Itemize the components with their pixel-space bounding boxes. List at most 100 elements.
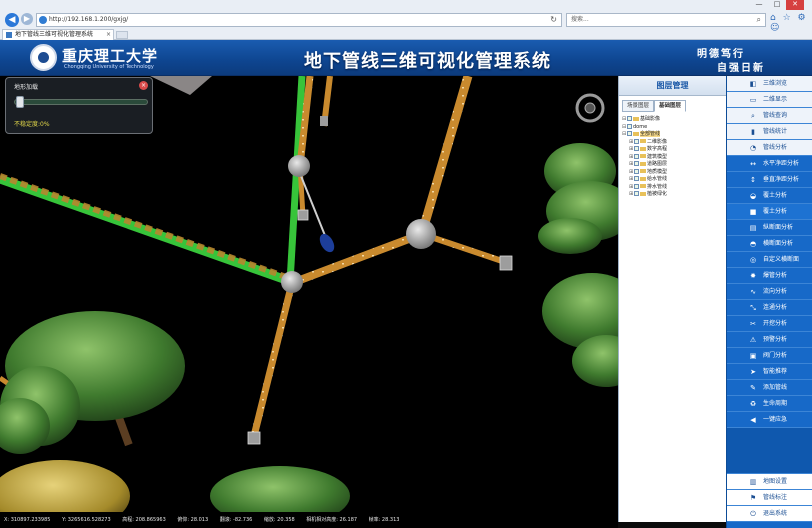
menu-item[interactable]: ▮ 管线统计	[727, 124, 812, 140]
layer-checkbox[interactable]	[627, 123, 632, 129]
address-bar[interactable]: http://192.168.1.200/gxjg/ ↻	[36, 13, 562, 27]
tab-close-icon[interactable]: ×	[106, 30, 111, 40]
progress-slider-handle[interactable]	[16, 96, 24, 108]
panel-close-button[interactable]: ×	[139, 81, 148, 90]
pipe-3[interactable]	[417, 76, 473, 235]
status-elevation: 高程: 208.865963	[122, 517, 166, 523]
menu-item[interactable]: ♻ 生命周期	[727, 396, 812, 412]
forward-icon[interactable]: ▶	[21, 13, 33, 25]
menu-item[interactable]: ✸ 爆管分析	[727, 268, 812, 284]
search-box[interactable]: 搜索... ⌕	[566, 13, 766, 27]
layer-checkbox[interactable]	[634, 161, 639, 166]
back-icon[interactable]: ◀	[5, 13, 19, 27]
layer-item[interactable]: ⊞ 建筑模型	[622, 153, 667, 162]
menu-item[interactable]: ⏻ 退出系统	[727, 506, 812, 522]
menu-item[interactable]: ✂ 开挖分析	[727, 316, 812, 332]
menu-item[interactable]: ➤ 智能推荐	[727, 364, 812, 380]
layer-item[interactable]: ⊞ 二维影像	[622, 138, 668, 147]
menu-item[interactable]: ◀ 一键应急	[727, 412, 812, 428]
menu-item[interactable]: ▭ 二维显示	[727, 92, 812, 108]
menu-item[interactable]: ▤ 纵断面分析	[727, 220, 812, 236]
pipe-node[interactable]	[406, 219, 436, 249]
layer-checkbox[interactable]	[634, 168, 639, 174]
menu-item[interactable]: ✎ 添加管线	[727, 380, 812, 396]
status-tilt: 翻滚: -82.736	[219, 517, 253, 523]
menu-item[interactable]: ↕ 垂直净距分析	[727, 172, 812, 188]
terrain-load-panel: 地形加载 × 不稳定度:0%	[5, 77, 153, 134]
menu-item[interactable]: ▥ 地图设置	[727, 474, 812, 490]
tree-right-mid	[542, 273, 618, 387]
maximize-button[interactable]: □	[768, 0, 786, 10]
search-icon[interactable]: ⌕	[757, 14, 761, 26]
layer-item[interactable]: ⊞ 地质模型	[622, 168, 667, 177]
layer-item[interactable]: ⊞ 给水管线	[622, 176, 667, 184]
menu-item-icon: ◎	[749, 256, 757, 264]
menu-item[interactable]: ◓ 横断面分析	[727, 236, 812, 252]
browser-tools-icons[interactable]: ⌂ ☆ ⚙ ☺	[770, 13, 812, 33]
layer-checkbox[interactable]	[634, 183, 639, 189]
menu-item[interactable]: ◔ 管线分析	[727, 140, 812, 156]
menu-item[interactable]: ⌕ 管线查询	[727, 108, 812, 124]
pipe-4[interactable]	[290, 230, 424, 287]
layer-label: 全部管线	[640, 131, 661, 137]
menu-item-icon: ✸	[750, 272, 756, 280]
layer-item[interactable]: ⊟ 基础影像	[622, 116, 667, 124]
folder-icon	[640, 146, 646, 151]
new-tab-button[interactable]	[116, 31, 128, 39]
menu-item-label: 流向分析	[763, 288, 788, 295]
layer-checkbox[interactable]	[634, 146, 639, 151]
layer-item[interactable]: ⊞ 植被绿化	[622, 191, 667, 199]
close-window-button[interactable]: ✕	[786, 0, 804, 10]
menu-item-icon: ↔	[750, 160, 756, 168]
layer-label: 道路图层	[647, 161, 668, 167]
layer-tab[interactable]: 场景图层	[622, 100, 655, 112]
layer-checkbox[interactable]	[634, 176, 639, 181]
layer-checkbox[interactable]	[627, 131, 632, 136]
pipe-node[interactable]	[281, 271, 303, 293]
layer-checkbox[interactable]	[634, 138, 639, 144]
layer-checkbox[interactable]	[627, 116, 632, 121]
menu-item[interactable]: ⚠ 预警分析	[727, 332, 812, 348]
menu-item[interactable]: ■ 覆土分析	[727, 204, 812, 220]
menu-item[interactable]: ⤡ 连通分析	[727, 300, 812, 316]
menu-item[interactable]: ◧ 三维浏览	[727, 76, 812, 92]
minimize-button[interactable]: —	[750, 0, 768, 10]
layer-item[interactable]: ⊟ 全部管线	[622, 131, 667, 139]
menu-item[interactable]: ◒ 覆土分析	[727, 188, 812, 204]
pipe-6[interactable]	[250, 282, 296, 437]
layer-label: 排水管线	[647, 183, 668, 190]
layer-label: 二维影像	[647, 138, 668, 145]
menu-item[interactable]: ◎ 自定义横断面	[727, 252, 812, 268]
layer-item[interactable]: ⊞ 数字高程	[622, 146, 667, 154]
layer-checkbox[interactable]	[634, 153, 639, 159]
valve-marker[interactable]	[317, 231, 337, 254]
menu-item-label: 水平净距分析	[763, 160, 800, 167]
address-url: http://192.168.1.200/gxjg/	[49, 16, 129, 23]
folder-icon	[633, 116, 639, 121]
layer-item[interactable]: ⊞ 道路图层	[622, 161, 667, 169]
menu-item-label: 三维浏览	[763, 80, 788, 87]
menu-item[interactable]: ⚑ 管线标注	[727, 490, 812, 506]
3d-scene-viewport[interactable]	[0, 76, 618, 512]
pipe-node[interactable]	[288, 155, 310, 177]
app-header: 重庆理工大学 Chongqing University of Technolog…	[0, 40, 812, 76]
browser-tab[interactable]: 地下管线三维可视化管理系统 ×	[2, 29, 114, 40]
menu-item[interactable]: ▣ 阀门分析	[727, 348, 812, 364]
status-x: X: 310897.233985	[4, 517, 51, 523]
menu-item[interactable]: ∿ 流向分析	[727, 284, 812, 300]
menu-item-icon: ■	[749, 208, 757, 216]
menu-item-label: 预警分析	[763, 336, 788, 343]
menu-item-label: 一键应急	[763, 416, 788, 423]
menu-item[interactable]: ↔ 水平净距分析	[727, 156, 812, 172]
tree-bottom	[210, 466, 350, 512]
layer-label: 基础影像	[640, 116, 661, 122]
layer-item[interactable]: ⊟ dome	[622, 123, 667, 132]
refresh-icon[interactable]: ↻	[550, 14, 557, 26]
status-heading: 俯仰: 28.013	[177, 517, 209, 523]
folder-icon	[640, 176, 646, 181]
layer-checkbox[interactable]	[634, 191, 639, 196]
layer-tab[interactable]: 基础图层	[654, 100, 687, 112]
layer-item[interactable]: ⊞ 排水管线	[622, 183, 668, 192]
page-title: 地下管线三维可视化管理系统	[304, 51, 551, 72]
menu-item-label: 覆土分析	[763, 192, 788, 199]
